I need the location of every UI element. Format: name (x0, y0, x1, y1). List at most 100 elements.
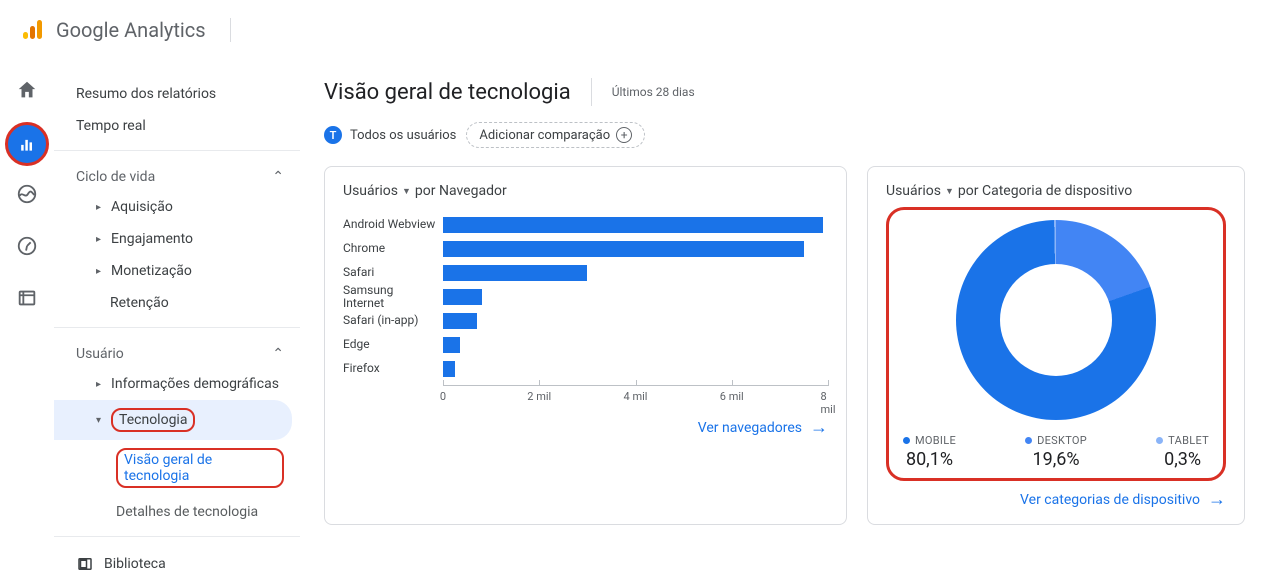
bar-label: Safari (in-app) (343, 314, 443, 327)
legend-dot-icon (1156, 437, 1163, 444)
sidebar-item-demographics[interactable]: ▸Informações demográficas (54, 368, 300, 400)
bar-row: Edge (343, 333, 828, 357)
chevron-up-icon: ⌃ (272, 346, 284, 362)
sidebar: Resumo dos relatórios Tempo real Ciclo d… (54, 60, 300, 571)
axis-tick (539, 380, 540, 386)
bar-fill (443, 217, 823, 233)
card-users-by-device: Usuários▼ por Categoria de dispositivo M… (867, 166, 1245, 525)
highlight-box: Tecnologia (111, 408, 195, 432)
bar-row: Safari (in-app) (343, 309, 828, 333)
label: Engajamento (111, 231, 193, 247)
label: Ver categorias de dispositivo (1020, 492, 1200, 508)
see-device-categories-link[interactable]: Ver categorias de dispositivo → (886, 481, 1226, 514)
arrow-right-icon: → (1208, 489, 1226, 510)
bar-label: Edge (343, 338, 443, 351)
bar-row: Firefox (343, 357, 828, 381)
donut-legend: MOBILE80,1%DESKTOP19,6%TABLET0,3% (899, 434, 1213, 470)
legend-item: MOBILE 80,1% (903, 434, 956, 470)
caret-down-icon: ▼ (945, 186, 954, 197)
axis-tick (443, 380, 444, 386)
comparison-chips: T Todos os usuários Adicionar comparação… (324, 122, 1245, 148)
brand-name: Google Analytics (56, 18, 206, 42)
metric-dropdown[interactable]: Usuários ▼ (343, 183, 411, 199)
bar-label: Chrome (343, 242, 443, 255)
label: Detalhes de tecnologia (116, 504, 258, 520)
caret-right-icon: ▸ (96, 379, 101, 390)
add-comparison-button[interactable]: Adicionar comparação + (466, 122, 645, 148)
chip-all-users[interactable]: T Todos os usuários (324, 126, 456, 144)
barchart-axis: 02 mil4 mil6 mil8 mil (443, 385, 828, 409)
legend-value: 80,1% (903, 449, 956, 470)
label: Biblioteca (104, 556, 166, 572)
label: Usuários (886, 183, 941, 199)
label: Usuários (343, 183, 398, 199)
bar-track (443, 241, 828, 257)
legend-text: DESKTOP (1037, 434, 1087, 447)
bar-label: Firefox (343, 362, 443, 375)
rail-configure-icon[interactable] (15, 286, 39, 310)
sidebar-item-technology[interactable]: ▾ Tecnologia (54, 400, 292, 440)
sidebar-lifecycle-header[interactable]: Ciclo de vida ⌃ (54, 159, 300, 191)
rail-reports-icon[interactable] (15, 130, 39, 154)
page-header: Visão geral de tecnologia Últimos 28 dia… (324, 78, 1245, 106)
sidebar-item-technology-details[interactable]: Detalhes de tecnologia (54, 496, 300, 528)
sidebar-item-engagement[interactable]: ▸Engajamento (54, 223, 300, 255)
caret-down-icon: ▾ (96, 415, 101, 426)
axis-tick (828, 380, 829, 386)
rail-advertising-icon[interactable] (15, 234, 39, 258)
library-icon (76, 555, 94, 573)
highlight-box: MOBILE80,1%DESKTOP19,6%TABLET0,3% (886, 207, 1226, 481)
bar-fill (443, 241, 804, 257)
rail-home-icon[interactable] (15, 78, 39, 102)
chip-badge: T (324, 126, 342, 144)
sidebar-user-header[interactable]: Usuário ⌃ (54, 336, 300, 368)
sidebar-item-technology-overview[interactable]: Visão geral de tecnologia (54, 440, 300, 496)
bar-row: Android Webview (343, 213, 828, 237)
sidebar-realtime[interactable]: Tempo real (54, 110, 300, 142)
bar-track (443, 265, 828, 281)
bar-row: Safari (343, 261, 828, 285)
bar-row: Chrome (343, 237, 828, 261)
label: Ver navegadores (698, 420, 802, 436)
legend-dot-icon (903, 437, 910, 444)
date-range[interactable]: Últimos 28 dias (612, 85, 695, 99)
axis-tick (636, 380, 637, 386)
bar-track (443, 217, 828, 233)
analytics-logo-icon (20, 18, 44, 42)
see-browsers-link[interactable]: Ver navegadores → (343, 409, 828, 442)
sidebar-library[interactable]: Biblioteca (54, 545, 300, 583)
legend-label: DESKTOP (1025, 434, 1087, 447)
caret-right-icon: ▸ (96, 202, 101, 213)
caret-down-icon: ▼ (402, 186, 411, 197)
bar-track (443, 337, 828, 353)
legend-dot-icon (1025, 437, 1032, 444)
chevron-up-icon: ⌃ (272, 169, 284, 185)
axis-tick (732, 380, 733, 386)
divider (54, 536, 300, 537)
divider (591, 78, 592, 106)
card-title: Usuários▼ por Categoria de dispositivo (886, 183, 1226, 199)
sidebar-item-retention[interactable]: Retenção (54, 287, 300, 319)
nav-rail (0, 60, 54, 571)
bar-fill (443, 313, 477, 329)
label: Retenção (110, 295, 169, 311)
divider (54, 327, 300, 328)
card-title: Usuários▼ por Navegador (343, 183, 828, 199)
app-header: Google Analytics (0, 0, 1269, 60)
metric-dropdown[interactable]: Usuários ▼ (886, 183, 954, 199)
legend-text: TABLET (1168, 434, 1209, 447)
sidebar-item-acquisition[interactable]: ▸Aquisição (54, 191, 300, 223)
bar-fill (443, 361, 455, 377)
legend-label: MOBILE (903, 434, 956, 447)
bar-label: Android Webview (343, 218, 443, 231)
axis-tick-label: 4 mil (624, 390, 648, 403)
axis-tick-label: 6 mil (720, 390, 744, 403)
logo: Google Analytics (20, 18, 206, 42)
divider (54, 150, 300, 151)
bar-label: Samsung Internet (343, 284, 443, 310)
sidebar-report-summary[interactable]: Resumo dos relatórios (54, 78, 300, 110)
bar-fill (443, 265, 587, 281)
rail-explore-icon[interactable] (15, 182, 39, 206)
sidebar-item-monetization[interactable]: ▸Monetização (54, 255, 300, 287)
label: Tecnologia (119, 412, 187, 428)
